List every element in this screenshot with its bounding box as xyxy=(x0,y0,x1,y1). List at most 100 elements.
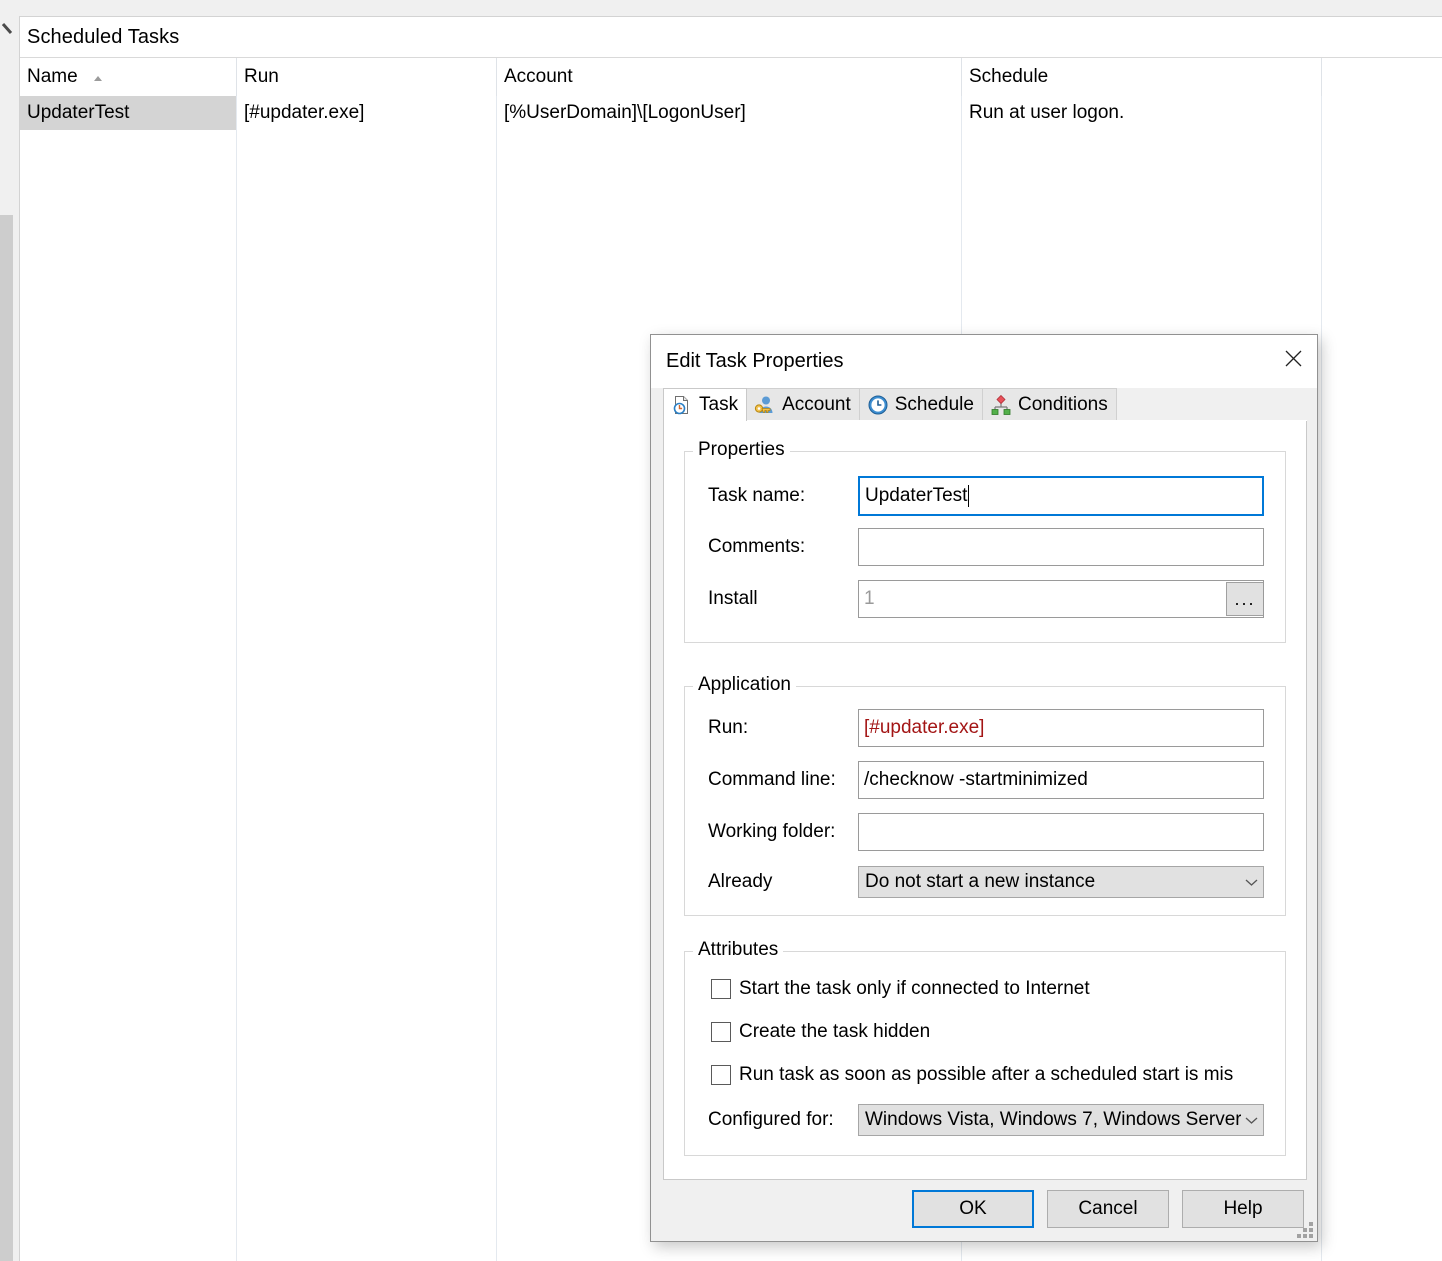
run-value: [#updater.exe] xyxy=(864,717,985,738)
command-line-value: /checknow -startminimized xyxy=(864,769,1088,790)
tab-conditions-label: Conditions xyxy=(1017,394,1108,415)
working-folder-row: Working folder: xyxy=(708,813,1268,851)
install-input[interactable]: 1 ... xyxy=(858,580,1264,618)
page-title: Scheduled Tasks xyxy=(20,17,1442,58)
already-running-value: Do not start a new instance xyxy=(865,871,1096,892)
checkbox-label: Start the task only if connected to Inte… xyxy=(739,978,1090,999)
dialog-footer: OK Cancel Help xyxy=(651,1178,1317,1241)
properties-group: Properties Task name: UpdaterTest Commen… xyxy=(684,439,1286,643)
column-header-name[interactable]: Name xyxy=(20,58,236,96)
application-group-legend: Application xyxy=(693,674,796,696)
working-folder-label: Working folder: xyxy=(708,821,836,842)
application-window: Scheduled Tasks Name Run Account Schedul… xyxy=(0,0,1442,1261)
run-label: Run: xyxy=(708,717,749,738)
tab-account-label: Account xyxy=(782,394,851,415)
tab-task[interactable]: Task xyxy=(663,388,748,421)
install-row: Install 1 ... xyxy=(708,580,1268,618)
text-caret xyxy=(968,485,970,507)
vertical-scrollbar[interactable] xyxy=(0,215,13,1261)
column-header-account-label: Account xyxy=(504,66,573,87)
command-line-input[interactable]: /checknow -startminimized xyxy=(858,761,1264,799)
column-header-name-label: Name xyxy=(27,66,78,87)
task-name-input[interactable]: UpdaterTest xyxy=(858,476,1264,516)
cell-name-text: UpdaterTest xyxy=(27,102,130,123)
checkbox-start-only-if-connected[interactable]: Start the task only if connected to Inte… xyxy=(711,976,1271,1002)
hierarchy-icon xyxy=(990,394,1012,416)
page-title-text: Scheduled Tasks xyxy=(27,25,180,48)
column-header-account[interactable]: Account xyxy=(497,58,961,96)
already-row: Already Do not start a new instance xyxy=(708,866,1268,898)
tab-task-label: Task xyxy=(699,394,739,415)
column-header-schedule[interactable]: Schedule xyxy=(962,58,1321,96)
task-name-row: Task name: UpdaterTest xyxy=(708,476,1268,516)
column-header-run-label: Run xyxy=(244,66,279,87)
run-row: Run: [#updater.exe] xyxy=(708,709,1268,747)
help-button[interactable]: Help xyxy=(1182,1190,1304,1228)
task-name-label: Task name: xyxy=(708,485,806,506)
comments-row: Comments: xyxy=(708,528,1268,566)
already-label: Already xyxy=(708,871,773,892)
checkbox-create-task-hidden[interactable]: Create the task hidden xyxy=(711,1019,1271,1045)
cancel-button[interactable]: Cancel xyxy=(1047,1190,1169,1228)
left-gutter xyxy=(0,0,19,1261)
task-name-value: UpdaterTest xyxy=(865,485,968,506)
column-header-schedule-label: Schedule xyxy=(969,66,1049,87)
tab-schedule-label: Schedule xyxy=(894,394,974,415)
task-tab-panel: Properties Task name: UpdaterTest Commen… xyxy=(663,420,1307,1180)
clock-icon xyxy=(867,394,889,416)
configured-for-row: Configured for: Windows Vista, Windows 7… xyxy=(708,1104,1268,1136)
checkbox-label: Run task as soon as possible after a sch… xyxy=(739,1064,1233,1085)
column-divider-body xyxy=(236,96,237,1261)
tab-active-underlay xyxy=(663,420,1307,421)
cell-schedule-text: Run at user logon. xyxy=(969,102,1125,123)
chevron-icon xyxy=(2,22,16,38)
comments-input[interactable] xyxy=(858,528,1264,566)
working-folder-input[interactable] xyxy=(858,813,1264,851)
install-label: Install xyxy=(708,588,758,609)
configured-for-select[interactable]: Windows Vista, Windows 7, Windows Server… xyxy=(858,1104,1264,1136)
attributes-group-legend: Attributes xyxy=(693,939,784,961)
tab-account[interactable]: Account xyxy=(746,388,860,421)
resize-grip[interactable] xyxy=(1297,1222,1313,1238)
properties-group-legend: Properties xyxy=(693,439,790,461)
configured-for-value: Windows Vista, Windows 7, Windows Server… xyxy=(865,1109,1241,1130)
install-placeholder: 1 xyxy=(864,588,875,609)
checkbox-box[interactable] xyxy=(711,1022,731,1042)
dialog-title: Edit Task Properties xyxy=(666,350,844,372)
command-line-label: Command line: xyxy=(708,769,836,790)
run-input[interactable]: [#updater.exe] xyxy=(858,709,1264,747)
cell-name[interactable]: UpdaterTest xyxy=(20,96,236,130)
application-group: Application Run: [#updater.exe] Command … xyxy=(684,674,1286,916)
cell-run[interactable]: [#updater.exe] xyxy=(237,96,496,130)
tab-schedule[interactable]: Schedule xyxy=(858,388,983,421)
already-running-select[interactable]: Do not start a new instance xyxy=(858,866,1264,898)
close-icon[interactable] xyxy=(1270,335,1317,382)
dialog-titlebar[interactable]: Edit Task Properties xyxy=(651,335,1317,388)
cell-account-text: [%UserDomain]\[LogonUser] xyxy=(504,102,746,123)
checkbox-box[interactable] xyxy=(711,1065,731,1085)
column-divider-body xyxy=(1321,96,1322,1261)
ok-button[interactable]: OK xyxy=(912,1190,1034,1228)
cell-run-text: [#updater.exe] xyxy=(244,102,365,123)
tab-conditions[interactable]: Conditions xyxy=(981,388,1117,421)
document-clock-icon xyxy=(671,394,693,416)
command-line-row: Command line: /checknow -startminimized xyxy=(708,761,1268,799)
dialog-tabs: Task Account Schedule Conditions xyxy=(663,388,1307,421)
column-header-run[interactable]: Run xyxy=(237,58,496,96)
cell-account[interactable]: [%UserDomain]\[LogonUser] xyxy=(497,96,961,130)
install-browse-button[interactable]: ... xyxy=(1226,582,1263,616)
checkbox-label: Create the task hidden xyxy=(739,1021,931,1042)
edit-task-properties-dialog: Edit Task Properties Task Account Schedu… xyxy=(650,334,1318,1242)
user-key-icon xyxy=(754,394,776,416)
checkbox-box[interactable] xyxy=(711,979,731,999)
configured-for-label: Configured for: xyxy=(708,1109,834,1130)
column-divider-body xyxy=(496,96,497,1261)
cell-schedule[interactable]: Run at user logon. xyxy=(962,96,1321,130)
chevron-down-icon xyxy=(1241,878,1261,887)
comments-label: Comments: xyxy=(708,536,806,557)
chevron-down-icon xyxy=(1241,1116,1261,1125)
checkbox-run-asap-after-missed-start[interactable]: Run task as soon as possible after a sch… xyxy=(711,1062,1251,1088)
attributes-group: Attributes Start the task only if connec… xyxy=(684,939,1286,1156)
sort-ascending-icon xyxy=(92,69,104,81)
table-row[interactable]: UpdaterTest [#updater.exe] [%UserDomain]… xyxy=(20,96,1442,130)
